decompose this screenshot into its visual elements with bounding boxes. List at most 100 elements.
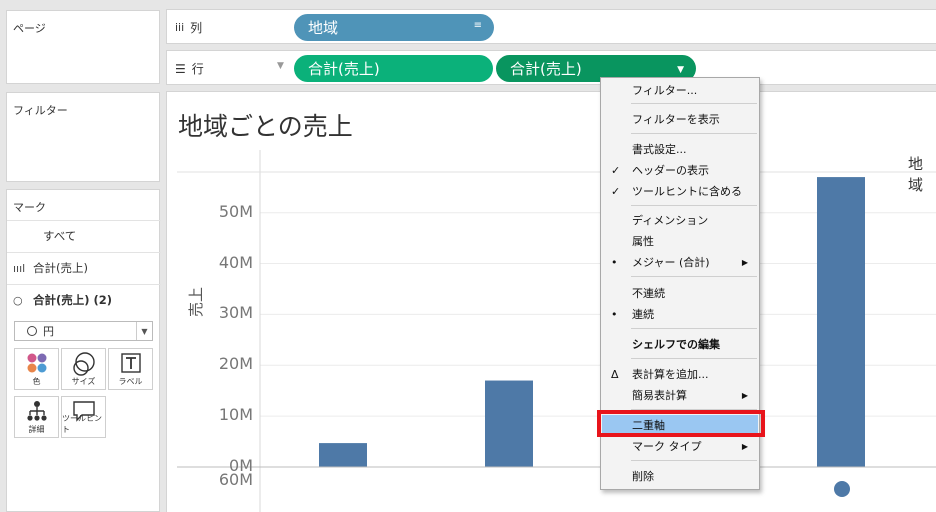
menu-item-remove-label: 削除 [632, 470, 654, 483]
y-tick-label: 40M [218, 252, 253, 272]
color-button-label: 色 [32, 377, 41, 386]
menu-item-include-tooltip[interactable]: ✓ ツールヒントに含める [602, 181, 758, 201]
rows-shelf-label: ☰ 行 [175, 60, 204, 77]
menu-item-discrete[interactable]: 不連続 [602, 283, 758, 303]
bar [319, 443, 367, 467]
menu-item-quick-table-calc-label: 簡易表計算 [632, 389, 687, 402]
mark-type-value: 円 [43, 325, 54, 338]
menu-item-continuous-label: 連続 [632, 308, 654, 321]
bullet-icon: • [611, 307, 618, 321]
menu-separator [631, 328, 757, 329]
menu-item-attribute[interactable]: 属性 [602, 231, 758, 251]
detail-hierarchy-icon [26, 401, 47, 421]
marks-title: マーク [13, 201, 46, 214]
pages-title: ページ [13, 22, 46, 35]
menu-separator [631, 460, 757, 461]
color-button[interactable]: 色 [14, 348, 59, 390]
y-tick-lower-axis: 60M [218, 470, 253, 489]
marks-tab-all-label: すべて [43, 229, 77, 243]
menu-item-filter[interactable]: フィルター... [602, 80, 758, 100]
tooltip-icon [72, 401, 95, 422]
marks-tab-measure1[interactable]: ıııl 合計(売上) [7, 252, 161, 283]
bullet-icon: • [611, 255, 618, 269]
tableau-workspace: ページ フィルター マーク すべて ıııl 合計(売上) ○ 合計(売上) (… [0, 0, 936, 512]
marks-panel: マーク すべて ıııl 合計(売上) ○ 合計(売上) (2) 円 ▼ 色 サ… [6, 189, 161, 512]
submenu-arrow-icon: ▶ [741, 257, 748, 267]
detail-button-label: 詳細 [28, 425, 45, 434]
menu-item-quick-table-calc[interactable]: 簡易表計算 ▶ [602, 385, 758, 405]
pages-panel[interactable]: ページ [6, 10, 160, 84]
menu-item-add-table-calc[interactable]: Δ 表計算を追加... [602, 364, 758, 384]
size-icon [72, 352, 95, 376]
marks-tab-measure2-label: 合計(売上) (2) [33, 293, 113, 307]
rows-shelf-dropdown-icon[interactable]: ▼ [277, 61, 284, 71]
bar-chart-icon: ıııl [13, 261, 26, 275]
filters-panel[interactable]: フィルター [6, 92, 160, 182]
sales-pill-2-label: 合計(売上) [510, 60, 582, 78]
menu-item-format[interactable]: 書式設定... [602, 139, 758, 159]
size-button[interactable]: サイズ [61, 348, 106, 390]
marks-tab-measure2[interactable]: ○ 合計(売上) (2) [7, 284, 161, 315]
checkmark-icon: ✓ [611, 184, 621, 198]
rows-icon: ☰ [175, 61, 186, 76]
chart-canvas [177, 150, 936, 512]
columns-shelf[interactable]: iii 列 地域 ≡ [166, 9, 936, 44]
annotation-highlight-box [597, 410, 765, 437]
menu-item-mark-type[interactable]: マーク タイプ ▶ [602, 436, 758, 456]
menu-item-filter-label: フィルター... [632, 84, 698, 97]
bar [817, 177, 865, 467]
menu-item-measure-label: メジャー (合計) [632, 256, 710, 269]
menu-item-dimension[interactable]: ディメンション [602, 210, 758, 230]
circle-mark [834, 481, 850, 497]
columns-icon: iii [175, 21, 185, 34]
menu-separator [631, 358, 757, 359]
menu-separator [631, 133, 757, 134]
menu-item-measure[interactable]: • メジャー (合計) ▶ [602, 252, 758, 272]
menu-item-attribute-label: 属性 [632, 235, 654, 248]
circle-icon [27, 326, 37, 336]
menu-item-show-filter-label: フィルターを表示 [632, 113, 720, 126]
sales-pill-1-label: 合計(売上) [308, 60, 380, 78]
filters-title: フィルター [13, 104, 68, 117]
checkmark-icon: ✓ [611, 163, 621, 177]
chevron-down-icon[interactable]: ▼ [677, 65, 684, 75]
y-tick-label: 10M [218, 405, 253, 425]
label-button-label: ラベル [118, 377, 143, 386]
menu-item-edit-in-shelf[interactable]: シェルフでの編集 [602, 334, 758, 354]
menu-item-continuous[interactable]: • 連続 [602, 304, 758, 324]
menu-item-discrete-label: 不連続 [632, 287, 665, 300]
menu-separator [631, 205, 757, 206]
menu-item-remove[interactable]: 削除 [602, 466, 758, 486]
submenu-arrow-icon: ▶ [741, 441, 748, 451]
detail-button[interactable]: 詳細 [14, 396, 59, 438]
y-axis-label: 売上 [187, 286, 205, 317]
mark-type-dropdown[interactable]: 円 ▼ [14, 321, 153, 341]
sort-icon: ≡ [473, 20, 482, 31]
sales-row-pill-1[interactable]: 合計(売上) [294, 55, 493, 82]
chart-view: 地域ごとの売上 地域 0M 10M 20M 30M 40M 50M 60M 売上 [166, 91, 936, 512]
color-palette-icon [27, 353, 46, 373]
menu-item-show-filter[interactable]: フィルターを表示 [602, 109, 758, 129]
text-label-icon [120, 353, 141, 373]
menu-item-add-table-calc-label: 表計算を追加... [632, 368, 709, 381]
columns-shelf-label: iii 列 [175, 19, 202, 36]
columns-label-text: 列 [190, 21, 203, 35]
delta-icon: Δ [611, 367, 619, 381]
menu-separator [631, 103, 757, 104]
label-button[interactable]: ラベル [108, 348, 153, 390]
y-tick-label: 20M [218, 354, 253, 374]
bar-series [319, 177, 865, 467]
menu-item-show-header[interactable]: ✓ ヘッダーの表示 [602, 160, 758, 180]
chevron-down-icon: ▼ [136, 322, 152, 340]
y-tick-label: 50M [218, 201, 253, 221]
size-button-label: サイズ [71, 377, 96, 386]
circle-mark-icon: ○ [13, 293, 23, 307]
menu-item-include-tooltip-label: ツールヒントに含める [632, 185, 742, 198]
tooltip-button[interactable]: ツールヒント [61, 396, 106, 438]
submenu-arrow-icon: ▶ [741, 390, 748, 400]
region-pill-label: 地域 [308, 19, 339, 37]
rows-shelf[interactable]: ☰ 行 ▼ 合計(売上) 合計(売上) ▼ [166, 50, 936, 85]
marks-tab-all[interactable]: すべて [7, 220, 161, 251]
rows-label-text: 行 [191, 62, 204, 76]
region-column-pill[interactable]: 地域 ≡ [294, 14, 494, 41]
